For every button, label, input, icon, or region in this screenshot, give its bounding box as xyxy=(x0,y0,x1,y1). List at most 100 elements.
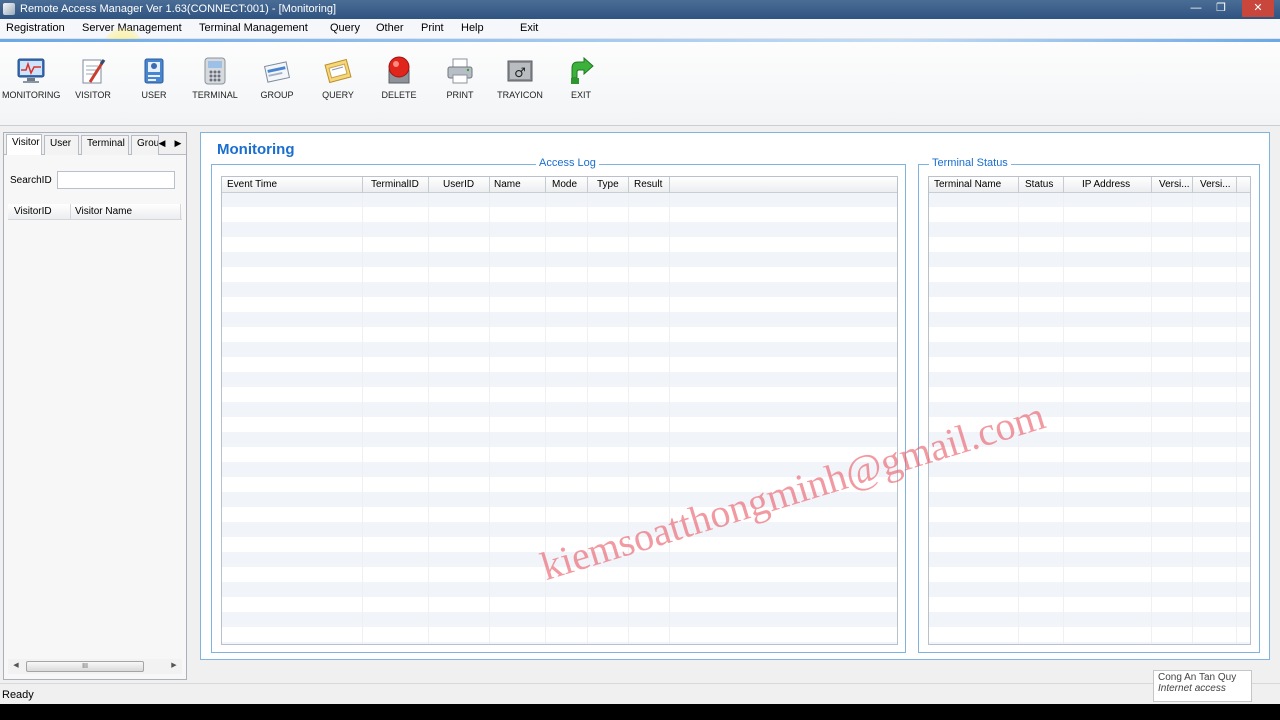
column-divider[interactable] xyxy=(428,177,429,193)
column-version-2[interactable]: Versi... xyxy=(1200,179,1231,190)
svg-text:♂: ♂ xyxy=(514,66,526,81)
search-input[interactable] xyxy=(57,171,175,189)
column-divider[interactable] xyxy=(1151,177,1152,193)
window-title: Remote Access Manager Ver 1.63(CONNECT:0… xyxy=(20,3,337,15)
group-button[interactable]: GROUP xyxy=(248,56,306,102)
terminal-icon xyxy=(204,57,226,85)
grid-line xyxy=(489,193,490,644)
search-label: SearchID xyxy=(10,175,52,186)
grid-line xyxy=(428,193,429,644)
column-divider[interactable] xyxy=(362,177,363,193)
tray-icon: ♂ xyxy=(507,60,533,82)
toolbar: MONITORING VISITOR USER TERMINAL GROUP Q… xyxy=(0,42,1280,126)
column-divider[interactable] xyxy=(545,177,546,193)
tab-terminal[interactable]: Terminal xyxy=(81,135,129,155)
column-divider[interactable] xyxy=(1018,177,1019,193)
app-icon xyxy=(3,3,15,15)
monitoring-label: MONITORING xyxy=(2,90,61,100)
visitor-list-header: VisitorID Visitor Name xyxy=(8,204,182,220)
menu-terminal-management[interactable]: Terminal Management xyxy=(199,22,308,34)
tab-visitor[interactable]: Visitor xyxy=(6,134,42,155)
delete-button[interactable]: DELETE xyxy=(370,56,428,102)
terminal-status-header: Terminal Name Status IP Address Versi...… xyxy=(929,177,1250,193)
user-button[interactable]: USER xyxy=(125,56,183,102)
exit-icon xyxy=(571,56,594,84)
access-log-header: Event Time TerminalID UserID Name Mode T… xyxy=(222,177,897,193)
column-divider[interactable] xyxy=(669,177,670,193)
trayicon-label: TRAYICON xyxy=(497,90,543,100)
scroll-left-icon[interactable]: ◀ xyxy=(10,660,22,672)
network-access: Internet access xyxy=(1158,683,1226,694)
menu-help[interactable]: Help xyxy=(461,22,484,34)
network-name: Cong An Tan Quy xyxy=(1158,672,1237,683)
network-notification[interactable]: Cong An Tan Quy Internet access xyxy=(1153,670,1252,702)
delete-icon xyxy=(388,56,410,84)
terminal-button[interactable]: TERMINAL xyxy=(186,56,244,102)
grid-line xyxy=(1151,193,1152,644)
column-divider[interactable] xyxy=(628,177,629,193)
visitor-list-hscroll[interactable]: ◀ III ▶ xyxy=(8,659,182,674)
column-status[interactable]: Status xyxy=(1025,179,1053,190)
scroll-right-icon[interactable]: ▶ xyxy=(168,660,180,672)
scroll-thumb[interactable]: III xyxy=(26,661,144,672)
monitoring-panel: Monitoring Access Log Event Time Termina… xyxy=(200,132,1270,660)
group-label: GROUP xyxy=(260,90,294,100)
grid-line xyxy=(628,193,629,644)
menu-other[interactable]: Other xyxy=(376,22,404,34)
trayicon-button[interactable]: ♂ TRAYICON xyxy=(491,56,549,102)
monitor-icon xyxy=(17,58,45,83)
minimize-button[interactable]: — xyxy=(1183,0,1209,17)
column-version-1[interactable]: Versi... xyxy=(1159,179,1190,190)
menu-query[interactable]: Query xyxy=(330,22,360,34)
maximize-button[interactable]: ❐ xyxy=(1208,0,1234,17)
tab-user[interactable]: User xyxy=(44,135,79,155)
menu-bar: Registration Server Management Terminal … xyxy=(0,19,1280,39)
column-terminal-id[interactable]: TerminalID xyxy=(371,179,419,190)
query-label: QUERY xyxy=(322,90,354,100)
column-mode[interactable]: Mode xyxy=(552,179,577,190)
column-divider[interactable] xyxy=(489,177,490,193)
column-divider[interactable] xyxy=(1236,177,1237,193)
visitor-icon xyxy=(82,59,106,84)
app-window: Registration Server Management Terminal … xyxy=(0,19,1280,704)
column-divider[interactable] xyxy=(1063,177,1064,193)
user-label: USER xyxy=(141,90,167,100)
grid-line xyxy=(1192,193,1193,644)
column-user-id[interactable]: UserID xyxy=(443,179,474,190)
menu-exit[interactable]: Exit xyxy=(520,22,538,34)
grid-line xyxy=(669,193,670,644)
tab-scroll-left-icon[interactable]: ◀ xyxy=(155,136,169,150)
column-visitor-id[interactable]: VisitorID xyxy=(14,206,52,217)
left-panel: Visitor User Terminal Grou ◀ ▶ SearchID … xyxy=(3,132,187,680)
query-icon xyxy=(324,58,352,84)
column-divider[interactable] xyxy=(587,177,588,193)
grid-line xyxy=(362,193,363,644)
terminal-label: TERMINAL xyxy=(192,90,238,100)
query-button[interactable]: QUERY xyxy=(309,56,367,102)
column-name[interactable]: Name xyxy=(494,179,521,190)
print-button[interactable]: PRINT xyxy=(431,56,489,102)
column-result[interactable]: Result xyxy=(634,179,662,190)
close-button[interactable]: ✕ xyxy=(1242,0,1274,17)
column-event-time[interactable]: Event Time xyxy=(227,179,277,190)
group-icon xyxy=(263,61,291,83)
column-terminal-name[interactable]: Terminal Name xyxy=(934,179,1001,190)
terminal-status-title: Terminal Status xyxy=(929,157,1011,169)
user-icon xyxy=(144,58,164,84)
column-ip-address[interactable]: IP Address xyxy=(1082,179,1130,190)
left-tab-strip: Visitor User Terminal Grou ◀ ▶ xyxy=(4,133,186,155)
exit-label: EXIT xyxy=(570,90,591,100)
menu-print[interactable]: Print xyxy=(421,22,444,34)
print-label: PRINT xyxy=(446,90,474,100)
exit-button[interactable]: EXIT xyxy=(552,56,610,102)
column-divider[interactable] xyxy=(1192,177,1193,193)
column-visitor-name[interactable]: Visitor Name xyxy=(75,206,132,217)
menu-registration[interactable]: Registration xyxy=(6,22,65,34)
grid-line xyxy=(1236,193,1237,644)
column-type[interactable]: Type xyxy=(597,179,619,190)
column-divider[interactable] xyxy=(180,204,181,220)
tab-scroll-right-icon[interactable]: ▶ xyxy=(171,136,185,150)
column-divider[interactable] xyxy=(70,204,71,220)
visitor-button[interactable]: VISITOR xyxy=(64,56,122,102)
monitoring-button[interactable]: MONITORING xyxy=(2,56,60,102)
